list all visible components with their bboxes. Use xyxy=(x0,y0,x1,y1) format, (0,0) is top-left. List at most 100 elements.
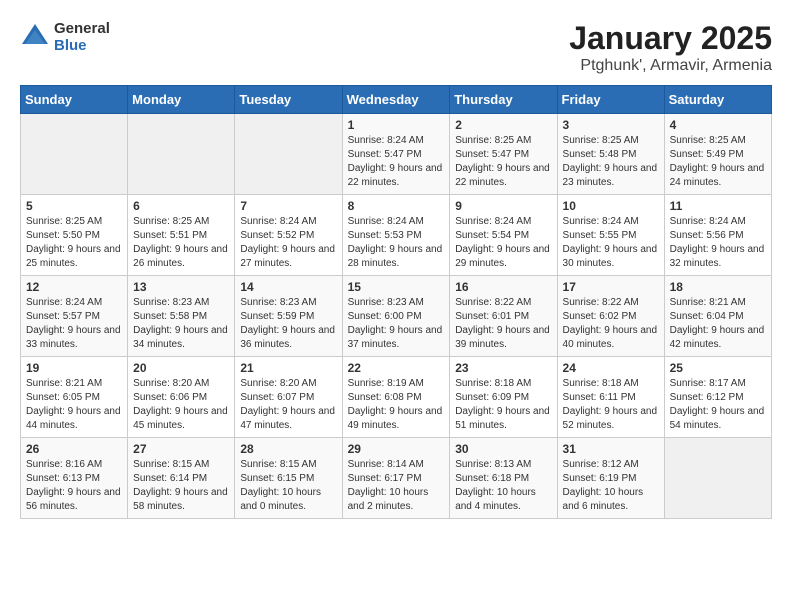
day-info: Sunrise: 8:22 AM Sunset: 6:02 PM Dayligh… xyxy=(563,296,659,352)
day-number: 5 xyxy=(26,199,122,213)
calendar-cell xyxy=(21,114,128,195)
day-info: Sunrise: 8:17 AM Sunset: 6:12 PM Dayligh… xyxy=(670,377,766,433)
day-info: Sunrise: 8:24 AM Sunset: 5:47 PM Dayligh… xyxy=(348,134,445,190)
day-number: 25 xyxy=(670,361,766,375)
calendar-week-4: 19 Sunrise: 8:21 AM Sunset: 6:05 PM Dayli… xyxy=(21,357,772,438)
calendar-cell: 4 Sunrise: 8:25 AM Sunset: 5:49 PM Daylig… xyxy=(664,114,771,195)
day-number: 2 xyxy=(455,118,551,132)
day-info: Sunrise: 8:25 AM Sunset: 5:51 PM Dayligh… xyxy=(133,215,229,271)
day-number: 30 xyxy=(455,442,551,456)
day-number: 4 xyxy=(670,118,766,132)
day-info: Sunrise: 8:18 AM Sunset: 6:09 PM Dayligh… xyxy=(455,377,551,433)
calendar-cell: 24Sunrise: 8:18 AM Sunset: 6:11 PM Dayli… xyxy=(557,357,664,438)
day-number: 9 xyxy=(455,199,551,213)
day-number: 19 xyxy=(26,361,122,375)
calendar-week-2: 5 Sunrise: 8:25 AM Sunset: 5:50 PM Daylig… xyxy=(21,195,772,276)
calendar-cell: 2 Sunrise: 8:25 AM Sunset: 5:47 PM Daylig… xyxy=(450,114,557,195)
calendar-cell xyxy=(664,438,771,519)
calendar-cell: 29Sunrise: 8:14 AM Sunset: 6:17 PM Dayli… xyxy=(342,438,450,519)
day-number: 28 xyxy=(240,442,336,456)
weekday-header-saturday: Saturday xyxy=(664,86,771,114)
calendar-cell: 25 Sunrise: 8:17 AM Sunset: 6:12 PM Dayli… xyxy=(664,357,771,438)
calendar-cell: 31 Sunrise: 8:12 AM Sunset: 6:19 PM Dayli… xyxy=(557,438,664,519)
day-info: Sunrise: 8:23 AM Sunset: 5:58 PM Dayligh… xyxy=(133,296,229,352)
day-info: Sunrise: 8:15 AM Sunset: 6:14 PM Dayligh… xyxy=(133,458,229,514)
calendar-cell: 8 Sunrise: 8:24 AM Sunset: 5:53 PM Daylig… xyxy=(342,195,450,276)
weekday-header-tuesday: Tuesday xyxy=(235,86,342,114)
calendar-cell: 6 Sunrise: 8:25 AM Sunset: 5:51 PM Daylig… xyxy=(128,195,235,276)
calendar-cell: 11 Sunrise: 8:24 AM Sunset: 5:56 PM Dayli… xyxy=(664,195,771,276)
calendar-cell: 16 Sunrise: 8:22 AM Sunset: 6:01 PM Dayli… xyxy=(450,276,557,357)
day-info: Sunrise: 8:18 AM Sunset: 6:11 PM Dayligh… xyxy=(563,377,659,433)
day-info: Sunrise: 8:12 AM Sunset: 6:19 PM Dayligh… xyxy=(563,458,659,514)
day-info: Sunrise: 8:24 AM Sunset: 5:57 PM Dayligh… xyxy=(26,296,122,352)
day-info: Sunrise: 8:22 AM Sunset: 6:01 PM Dayligh… xyxy=(455,296,551,352)
day-info: Sunrise: 8:25 AM Sunset: 5:49 PM Dayligh… xyxy=(670,134,766,190)
calendar-week-3: 12 Sunrise: 8:24 AM Sunset: 5:57 PM Dayli… xyxy=(21,276,772,357)
calendar-cell: 21 Sunrise: 8:20 AM Sunset: 6:07 PM Dayli… xyxy=(235,357,342,438)
day-number: 12 xyxy=(26,280,122,294)
calendar-cell: 18 Sunrise: 8:21 AM Sunset: 6:04 PM Dayli… xyxy=(664,276,771,357)
calendar-cell: 22 Sunrise: 8:19 AM Sunset: 6:08 PM Dayli… xyxy=(342,357,450,438)
weekday-header-monday: Monday xyxy=(128,86,235,114)
day-info: Sunrise: 8:21 AM Sunset: 6:05 PM Dayligh… xyxy=(26,377,122,433)
calendar-cell xyxy=(128,114,235,195)
day-info: Sunrise: 8:24 AM Sunset: 5:56 PM Dayligh… xyxy=(670,215,766,271)
title-block: January 2025 Ptghunk', Armavir, Armenia xyxy=(569,20,772,75)
calendar-week-1: 1 Sunrise: 8:24 AM Sunset: 5:47 PM Daylig… xyxy=(21,114,772,195)
day-info: Sunrise: 8:19 AM Sunset: 6:08 PM Dayligh… xyxy=(348,377,445,433)
logo-text: General Blue xyxy=(54,20,110,54)
day-number: 6 xyxy=(133,199,229,213)
calendar-cell: 3Sunrise: 8:25 AM Sunset: 5:48 PM Daylig… xyxy=(557,114,664,195)
day-number: 10 xyxy=(563,199,659,213)
day-number: 26 xyxy=(26,442,122,456)
weekday-header-wednesday: Wednesday xyxy=(342,86,450,114)
weekday-header-row: SundayMondayTuesdayWednesdayThursdayFrid… xyxy=(21,86,772,114)
calendar-cell: 9 Sunrise: 8:24 AM Sunset: 5:54 PM Daylig… xyxy=(450,195,557,276)
calendar-cell: 19 Sunrise: 8:21 AM Sunset: 6:05 PM Dayli… xyxy=(21,357,128,438)
day-number: 21 xyxy=(240,361,336,375)
day-number: 22 xyxy=(348,361,445,375)
calendar-cell: 30 Sunrise: 8:13 AM Sunset: 6:18 PM Dayli… xyxy=(450,438,557,519)
calendar-cell: 5 Sunrise: 8:25 AM Sunset: 5:50 PM Daylig… xyxy=(21,195,128,276)
day-info: Sunrise: 8:24 AM Sunset: 5:53 PM Dayligh… xyxy=(348,215,445,271)
day-info: Sunrise: 8:23 AM Sunset: 6:00 PM Dayligh… xyxy=(348,296,445,352)
day-number: 18 xyxy=(670,280,766,294)
day-number: 11 xyxy=(670,199,766,213)
page-subtitle: Ptghunk', Armavir, Armenia xyxy=(569,57,772,75)
day-number: 8 xyxy=(348,199,445,213)
day-info: Sunrise: 8:23 AM Sunset: 5:59 PM Dayligh… xyxy=(240,296,336,352)
day-info: Sunrise: 8:25 AM Sunset: 5:47 PM Dayligh… xyxy=(455,134,551,190)
calendar-cell: 1 Sunrise: 8:24 AM Sunset: 5:47 PM Daylig… xyxy=(342,114,450,195)
day-info: Sunrise: 8:21 AM Sunset: 6:04 PM Dayligh… xyxy=(670,296,766,352)
day-info: Sunrise: 8:24 AM Sunset: 5:54 PM Dayligh… xyxy=(455,215,551,271)
day-number: 16 xyxy=(455,280,551,294)
day-info: Sunrise: 8:14 AM Sunset: 6:17 PM Dayligh… xyxy=(348,458,445,514)
calendar-cell: 10Sunrise: 8:24 AM Sunset: 5:55 PM Dayli… xyxy=(557,195,664,276)
page-header: General Blue January 2025 Ptghunk', Arma… xyxy=(20,20,772,75)
calendar-cell: 28Sunrise: 8:15 AM Sunset: 6:15 PM Dayli… xyxy=(235,438,342,519)
day-number: 14 xyxy=(240,280,336,294)
day-number: 17 xyxy=(563,280,659,294)
day-number: 1 xyxy=(348,118,445,132)
page-title: January 2025 xyxy=(569,20,772,57)
day-info: Sunrise: 8:20 AM Sunset: 6:06 PM Dayligh… xyxy=(133,377,229,433)
weekday-header-friday: Friday xyxy=(557,86,664,114)
calendar-cell: 26 Sunrise: 8:16 AM Sunset: 6:13 PM Dayli… xyxy=(21,438,128,519)
weekday-header-thursday: Thursday xyxy=(450,86,557,114)
day-info: Sunrise: 8:25 AM Sunset: 5:50 PM Dayligh… xyxy=(26,215,122,271)
day-number: 20 xyxy=(133,361,229,375)
calendar-cell: 13 Sunrise: 8:23 AM Sunset: 5:58 PM Dayli… xyxy=(128,276,235,357)
day-info: Sunrise: 8:16 AM Sunset: 6:13 PM Dayligh… xyxy=(26,458,122,514)
calendar-cell xyxy=(235,114,342,195)
calendar-cell: 15Sunrise: 8:23 AM Sunset: 6:00 PM Dayli… xyxy=(342,276,450,357)
day-info: Sunrise: 8:13 AM Sunset: 6:18 PM Dayligh… xyxy=(455,458,551,514)
calendar-cell: 7Sunrise: 8:24 AM Sunset: 5:52 PM Daylig… xyxy=(235,195,342,276)
day-info: Sunrise: 8:20 AM Sunset: 6:07 PM Dayligh… xyxy=(240,377,336,433)
logo-icon xyxy=(20,22,50,52)
day-number: 13 xyxy=(133,280,229,294)
day-number: 31 xyxy=(563,442,659,456)
weekday-header-sunday: Sunday xyxy=(21,86,128,114)
calendar-cell: 27Sunrise: 8:15 AM Sunset: 6:14 PM Dayli… xyxy=(128,438,235,519)
calendar-table: SundayMondayTuesdayWednesdayThursdayFrid… xyxy=(20,85,772,519)
